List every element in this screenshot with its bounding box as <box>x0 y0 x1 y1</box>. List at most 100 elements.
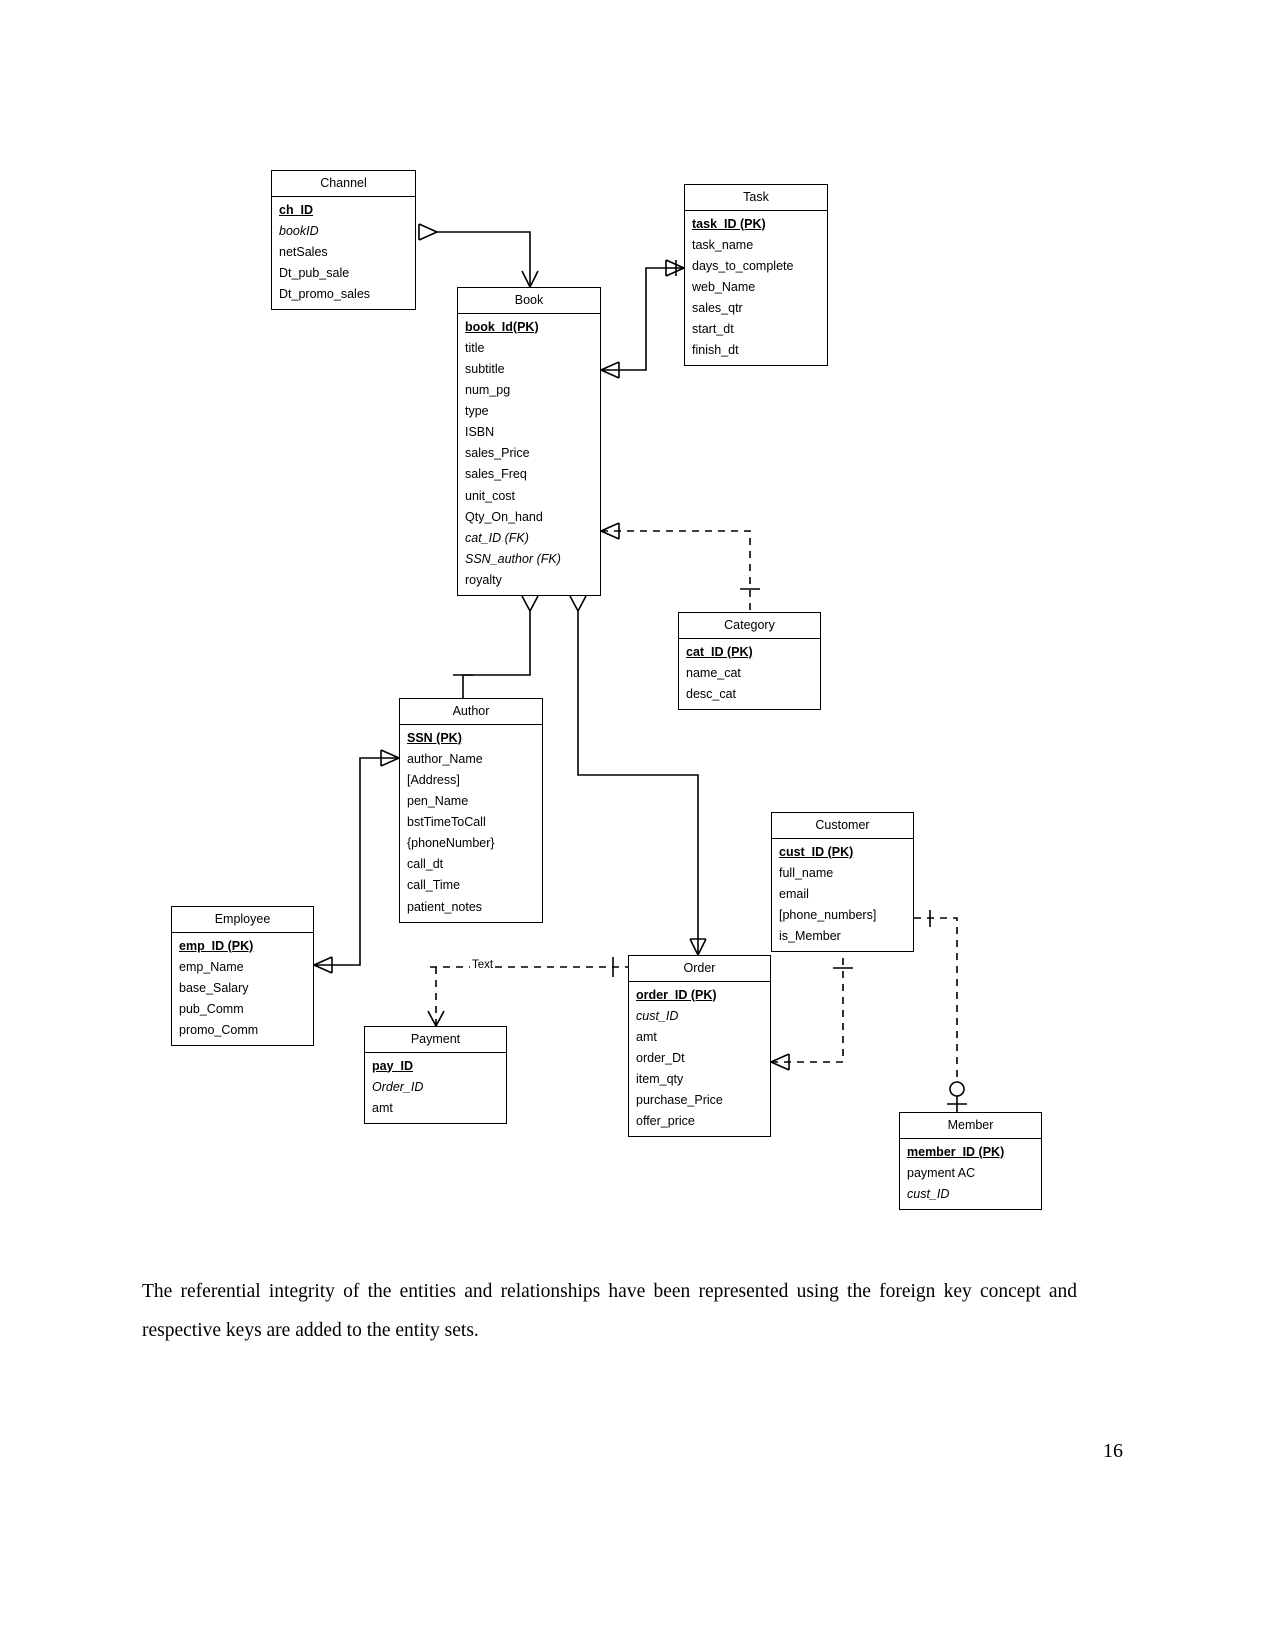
attribute-row: pen_Name <box>407 793 469 808</box>
entity-title: Customer <box>772 813 913 839</box>
attribute-row: order_Dt <box>636 1050 685 1065</box>
entity-task[interactable]: Task task_ID (PK) task_name days_to_comp… <box>684 184 828 367</box>
entity-title: Employee <box>172 907 313 933</box>
edge-channel-book <box>437 231 531 287</box>
attribute-row: Qty_On_hand <box>465 509 543 524</box>
entity-customer[interactable]: Customer cust_ID (PK) full_name email [p… <box>771 812 914 953</box>
crowfoot-author-left <box>380 749 400 767</box>
attribute-list: order_ID (PK) cust_ID amt order_Dt item_… <box>629 982 770 1137</box>
crowfoot-order-right <box>770 1053 790 1071</box>
attribute-row: order_ID (PK) <box>636 987 717 1002</box>
attribute-row: book_Id(PK) <box>465 319 539 334</box>
attribute-row: SSN_author (FK) <box>465 551 561 566</box>
entity-author[interactable]: Author SSN (PK) author_Name [Address] pe… <box>399 698 543 923</box>
entity-category[interactable]: Category cat_ID (PK) name_cat desc_cat <box>678 612 821 710</box>
attribute-row: {phoneNumber} <box>407 836 495 851</box>
entity-channel[interactable]: Channel ch_ID bookID netSales Dt_pub_sal… <box>271 170 416 311</box>
edge-book-task <box>601 267 684 371</box>
attribute-row: [Address] <box>407 772 460 787</box>
attribute-row: desc_cat <box>686 686 737 701</box>
attribute-row: sales_Price <box>465 446 530 461</box>
attribute-list: emp_ID (PK) emp_Name base_Salary pub_Com… <box>172 933 313 1046</box>
attribute-row: member_ID (PK) <box>907 1144 1005 1159</box>
attribute-row: patient_notes <box>407 899 483 914</box>
attribute-row: author_Name <box>407 751 483 766</box>
attribute-row: start_dt <box>692 322 734 337</box>
attribute-list: pay_ID Order_ID amt <box>365 1053 506 1123</box>
edge-book-category <box>601 530 751 612</box>
attribute-row: bookID <box>279 223 319 238</box>
entity-title: Member <box>900 1113 1041 1139</box>
attribute-row: type <box>465 404 489 418</box>
entity-book[interactable]: Book book_Id(PK) title subtitle num_pg t… <box>457 287 601 597</box>
zero-circle-member <box>949 1081 965 1097</box>
attribute-row: ch_ID <box>279 202 314 217</box>
edge-book-author <box>462 611 531 698</box>
entity-title: Channel <box>272 171 415 197</box>
entity-title: Category <box>679 613 820 639</box>
attribute-row: SSN (PK) <box>407 730 462 745</box>
attribute-row: amt <box>636 1029 657 1044</box>
attribute-row: payment AC <box>907 1165 976 1180</box>
entity-member[interactable]: Member member_ID (PK) payment AC cust_ID <box>899 1112 1042 1210</box>
page-number: 16 <box>1103 1440 1123 1462</box>
attribute-row: emp_Name <box>179 959 244 974</box>
crowfoot-channel <box>418 223 438 241</box>
attribute-list: book_Id(PK) title subtitle num_pg type I… <box>458 314 600 596</box>
arrow-book-bottom-b <box>569 595 587 612</box>
crowfoot-book-category <box>600 522 620 540</box>
crowfoot-order-top <box>689 938 707 956</box>
attribute-row: offer_price <box>636 1114 695 1129</box>
er-diagram: Channel ch_ID bookID netSales Dt_pub_sal… <box>0 0 1275 1260</box>
crowfoot-employee-a <box>313 956 333 974</box>
attribute-row: task_name <box>692 237 754 252</box>
attribute-list: ch_ID bookID netSales Dt_pub_sale Dt_pro… <box>272 197 415 310</box>
attribute-row: pub_Comm <box>179 1001 244 1016</box>
attribute-row: call_Time <box>407 878 461 893</box>
attribute-row: Dt_pub_sale <box>279 265 350 280</box>
edge-employee-author <box>314 757 399 966</box>
attribute-row: cust_ID <box>636 1008 679 1023</box>
attribute-row: task_ID (PK) <box>692 216 766 231</box>
attribute-row: num_pg <box>465 382 511 397</box>
attribute-row: subtitle <box>465 361 505 376</box>
attribute-row: cat_ID (PK) <box>686 644 753 659</box>
attribute-list: cat_ID (PK) name_cat desc_cat <box>679 639 820 709</box>
attribute-row: amt <box>372 1100 393 1115</box>
attribute-row: [phone_numbers] <box>779 907 877 922</box>
entity-title: Book <box>458 288 600 314</box>
arrow-book-bottom-a <box>521 595 539 612</box>
attribute-row: cust_ID (PK) <box>779 844 854 859</box>
attribute-row: name_cat <box>686 665 741 680</box>
page-paragraph: The referential integrity of the entitie… <box>142 1281 1077 1341</box>
entity-title: Task <box>685 185 827 211</box>
arrow-payment-top <box>427 1010 445 1027</box>
attribute-row: item_qty <box>636 1072 684 1086</box>
attribute-row: purchase_Price <box>636 1093 723 1108</box>
attribute-row: cust_ID <box>907 1186 950 1201</box>
attribute-row: sales_Freq <box>465 467 527 482</box>
entity-title: Payment <box>365 1027 506 1053</box>
attribute-row: pay_ID <box>372 1058 413 1073</box>
attribute-row: unit_cost <box>465 488 516 503</box>
entity-title: Author <box>400 699 542 725</box>
entity-order[interactable]: Order order_ID (PK) cust_ID amt order_Dt… <box>628 955 771 1138</box>
attribute-row: is_Member <box>779 929 841 943</box>
attribute-row: ISBN <box>465 425 495 440</box>
attribute-row: bstTimeToCall <box>407 815 486 829</box>
attribute-row: call_dt <box>407 857 444 872</box>
crowfoot-task <box>665 259 685 277</box>
attribute-row: netSales <box>279 244 328 259</box>
attribute-row: emp_ID (PK) <box>179 938 254 953</box>
entity-title: Order <box>629 956 770 982</box>
entity-employee[interactable]: Employee emp_ID (PK) emp_Name base_Salar… <box>171 906 314 1047</box>
attribute-row: email <box>779 886 809 901</box>
attribute-row: title <box>465 340 485 355</box>
edge-customer-member <box>914 917 958 1082</box>
attribute-row: web_Name <box>692 279 756 294</box>
edge-customer-order <box>771 940 844 1063</box>
entity-payment[interactable]: Payment pay_ID Order_ID amt <box>364 1026 507 1124</box>
attribute-list: cust_ID (PK) full_name email [phone_numb… <box>772 839 913 952</box>
attribute-list: member_ID (PK) payment AC cust_ID <box>900 1139 1041 1209</box>
attribute-row: finish_dt <box>692 343 739 358</box>
